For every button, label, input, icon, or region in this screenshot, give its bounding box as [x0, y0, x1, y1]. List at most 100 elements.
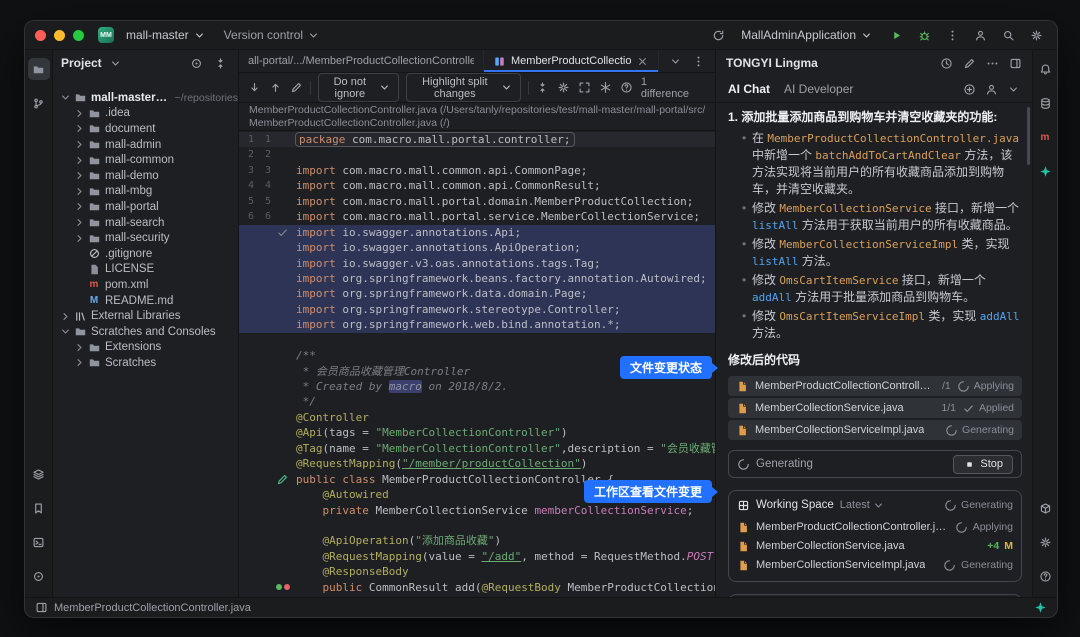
previous-difference-icon[interactable] — [268, 79, 282, 97]
collapse-all-icon[interactable] — [210, 54, 230, 72]
chat-input-box[interactable]: Add Context 添加到购物车时， — [728, 594, 1022, 597]
close-window-button[interactable] — [35, 30, 46, 41]
tab-ai-developer[interactable]: AI Developer — [784, 82, 853, 96]
file-change-card[interactable]: MemberProductCollectionController.java/1… — [728, 376, 1022, 396]
chevron-down-icon[interactable] — [59, 325, 72, 338]
tree-item-mall-portal[interactable]: mall-portal — [53, 199, 238, 215]
history-icon[interactable] — [940, 57, 953, 70]
working-space-file[interactable]: MemberCollectionServiceImpl.javaGenerati… — [737, 556, 1013, 575]
more-options-icon[interactable] — [986, 57, 999, 70]
project-switcher[interactable]: mall-master — [120, 26, 212, 44]
layout-icon[interactable] — [35, 601, 48, 614]
tree-item-scratches[interactable]: Scratches — [53, 355, 238, 371]
chevron-down-icon[interactable] — [59, 91, 72, 104]
jump-to-source-icon[interactable] — [289, 79, 303, 97]
ignore-policy-select[interactable]: Do not ignore — [318, 73, 399, 102]
tree-item-external-libraries[interactable]: External Libraries — [53, 308, 238, 324]
tree-item-mall-master-mall[interactable]: mall-master [mall]~/repositories — [53, 90, 238, 106]
chevron-right-icon[interactable] — [59, 310, 72, 323]
tab-ai-chat[interactable]: AI Chat — [728, 82, 770, 96]
vcs-widget[interactable]: Version control — [218, 26, 326, 44]
tree-item-mall-admin[interactable]: mall-admin — [53, 137, 238, 153]
code-text: * Created by macro on 2018/8/2. — [294, 379, 508, 394]
next-difference-icon[interactable] — [247, 79, 261, 97]
services-icon[interactable] — [1034, 531, 1056, 553]
terminal-icon[interactable] — [28, 531, 50, 553]
new-session-icon[interactable] — [963, 83, 976, 96]
tree-item-mall-search[interactable]: mall-search — [53, 215, 238, 231]
chevron-right-icon[interactable] — [73, 232, 86, 245]
run-configuration-selector[interactable]: MallAdminApplication — [735, 26, 879, 44]
close-icon[interactable] — [636, 55, 649, 68]
settings-gear-icon[interactable] — [1025, 25, 1047, 45]
tree-item-scratches-and-consoles[interactable]: Scratches and Consoles — [53, 324, 238, 340]
lingma-icon[interactable] — [1034, 160, 1056, 182]
run-gutter-icon[interactable] — [271, 584, 294, 590]
diff-settings-icon[interactable] — [557, 79, 571, 97]
new-chat-icon[interactable] — [963, 57, 976, 70]
zoom-window-button[interactable] — [73, 30, 84, 41]
lingma-status-icon[interactable] — [1034, 601, 1047, 614]
run-button[interactable] — [885, 25, 907, 45]
chevron-right-icon[interactable] — [73, 216, 86, 229]
tree-item-license[interactable]: LICENSE — [53, 262, 238, 278]
profile-icon[interactable] — [969, 25, 991, 45]
tree-item-extensions[interactable]: Extensions — [53, 340, 238, 356]
sync-icon[interactable] — [707, 25, 729, 45]
chevron-right-icon[interactable] — [73, 107, 86, 120]
tree-item-mall-common[interactable]: mall-common — [53, 152, 238, 168]
notifications-icon[interactable] — [1034, 58, 1056, 80]
working-space-file[interactable]: MemberProductCollectionController.javaAp… — [737, 518, 1013, 537]
latest-filter-dropdown[interactable]: Latest — [840, 497, 885, 514]
database-icon[interactable] — [1034, 92, 1056, 114]
chevron-right-icon[interactable] — [73, 341, 86, 354]
bookmarks-icon[interactable] — [28, 497, 50, 519]
chevron-down-icon[interactable] — [106, 54, 126, 72]
fullscreen-icon[interactable] — [578, 79, 592, 97]
account-icon[interactable] — [985, 83, 998, 96]
tree-item-mall-mbg[interactable]: mall-mbg — [53, 184, 238, 200]
problems-icon[interactable] — [28, 565, 50, 587]
help-icon[interactable] — [620, 79, 634, 97]
chevron-right-icon[interactable] — [73, 185, 86, 198]
tree-item-mall-security[interactable]: mall-security — [53, 230, 238, 246]
tree-item-document[interactable]: document — [53, 121, 238, 137]
file-change-card[interactable]: MemberCollectionService.java1/1Applied — [728, 398, 1022, 418]
tree-item-gitignore[interactable]: .gitignore — [53, 246, 238, 262]
scrollbar[interactable] — [1027, 107, 1030, 165]
tree-item-readme-md[interactable]: MREADME.md — [53, 293, 238, 309]
hide-panel-icon[interactable] — [1009, 57, 1022, 70]
maven-icon[interactable]: m — [1034, 126, 1056, 148]
hidden-tabs-icon[interactable] — [669, 55, 682, 68]
commit-icon[interactable] — [28, 92, 50, 114]
chevron-right-icon[interactable] — [73, 356, 86, 369]
tree-item-mall-demo[interactable]: mall-demo — [53, 168, 238, 184]
chevron-right-icon[interactable] — [73, 122, 86, 135]
breadcrumb[interactable]: MemberProductCollectionController.java — [54, 602, 251, 614]
chevron-down-icon[interactable] — [1007, 83, 1020, 96]
tab-options-icon[interactable] — [692, 55, 705, 68]
chevron-right-icon[interactable] — [73, 138, 86, 151]
minimize-window-button[interactable] — [54, 30, 65, 41]
tree-item-pom-xml[interactable]: mpom.xml — [53, 277, 238, 293]
working-space-file[interactable]: MemberCollectionService.java+4M — [737, 537, 1013, 556]
highlight-policy-select[interactable]: Highlight split changes — [406, 73, 521, 102]
collapse-unchanged-icon[interactable] — [536, 79, 550, 97]
editor-tab[interactable]: MemberProductCollectionController.java — [484, 50, 659, 72]
highlight-mode-icon[interactable] — [599, 79, 613, 97]
more-actions-icon[interactable] — [941, 25, 963, 45]
select-opened-file-icon[interactable] — [186, 54, 206, 72]
chevron-right-icon[interactable] — [73, 200, 86, 213]
chevron-right-icon[interactable] — [73, 154, 86, 167]
editor-tab[interactable]: all-portal/.../MemberProductCollectionCo… — [239, 50, 484, 72]
search-everywhere-icon[interactable] — [997, 25, 1019, 45]
tree-item-idea[interactable]: .idea — [53, 106, 238, 122]
debug-button[interactable] — [913, 25, 935, 45]
file-change-card[interactable]: MemberCollectionServiceImpl.javaGenerati… — [728, 420, 1022, 440]
chevron-right-icon[interactable] — [73, 169, 86, 182]
stop-button[interactable]: Stop — [953, 455, 1013, 474]
structure-icon[interactable] — [28, 463, 50, 485]
build-icon[interactable] — [1034, 497, 1056, 519]
project-icon[interactable] — [28, 58, 50, 80]
help-icon[interactable] — [1034, 565, 1056, 587]
